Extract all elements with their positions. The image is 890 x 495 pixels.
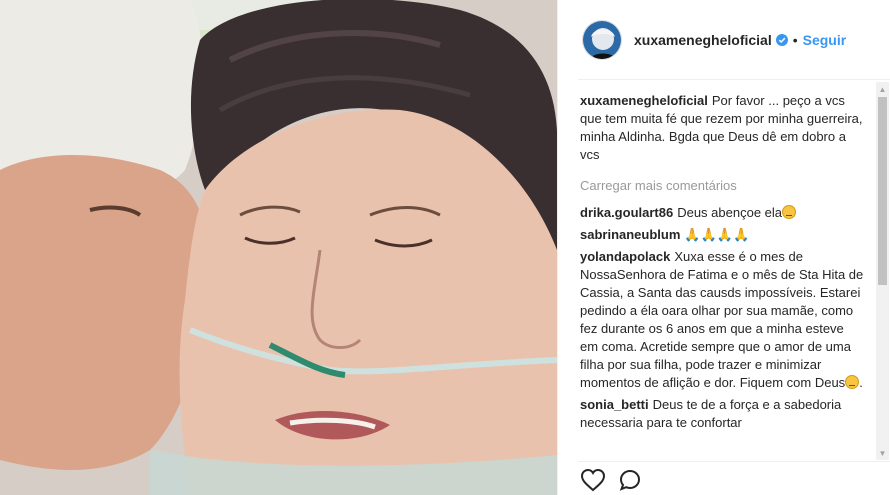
comments-list: xuxamenegheloficial Por favor ... peço a … [580,92,865,460]
caption-username[interactable]: xuxamenegheloficial [580,93,708,108]
comment-item: sonia_betti Deus te de a força e a sabedo… [580,396,865,432]
comment-text: Xuxa esse é o mes de NossaSenhora de Fat… [580,249,864,390]
comment-username[interactable]: drika.goulart86 [580,205,673,220]
verified-badge-icon [775,34,788,46]
follow-button[interactable]: Seguir [803,32,847,48]
comment-username[interactable]: sonia_betti [580,397,649,412]
avatar-image [583,21,621,59]
smiling-emoji-icon [845,375,860,389]
post-header: xuxamenegheloficial • Seguir [558,0,890,80]
comments-scrollbar[interactable]: ▲ ▼ [876,82,889,460]
instagram-post-view: xuxamenegheloficial • Seguir xuxameneghe… [0,0,890,495]
header-username[interactable]: xuxamenegheloficial [634,32,772,48]
post-sidebar: xuxamenegheloficial • Seguir xuxameneghe… [557,0,890,495]
caption: xuxamenegheloficial Por favor ... peço a … [580,92,865,164]
load-more-comments-button[interactable]: Carregar mais comentários [580,177,865,195]
scroll-down-arrow-icon[interactable]: ▼ [876,446,889,460]
comment-username[interactable]: sabrinaneublum [580,227,680,242]
comment-item: drika.goulart86 Deus abençoe ela [580,204,865,222]
heart-icon[interactable] [580,468,606,492]
comment-item: yolandapolack Xuxa esse é o mes de NossaS… [580,249,864,390]
comment-icon[interactable] [618,468,642,492]
scrollbar-thumb[interactable] [878,97,887,285]
header-separator: • [792,32,798,48]
post-photo-illustration [0,0,557,495]
post-photo[interactable] [0,0,557,495]
scroll-up-arrow-icon[interactable]: ▲ [876,82,889,96]
comment-username[interactable]: yolandapolack [580,249,670,264]
comment-item: sabrinaneublum 🙏🙏🙏🙏 [580,226,865,244]
comment-text: Deus abençoe ela [677,205,783,220]
smiling-emoji-icon [782,205,797,219]
actions-divider [578,461,890,462]
avatar[interactable] [582,20,622,60]
post-actions [580,466,642,494]
header-divider [578,79,890,80]
comment-text: 🙏🙏🙏🙏 [684,227,750,242]
